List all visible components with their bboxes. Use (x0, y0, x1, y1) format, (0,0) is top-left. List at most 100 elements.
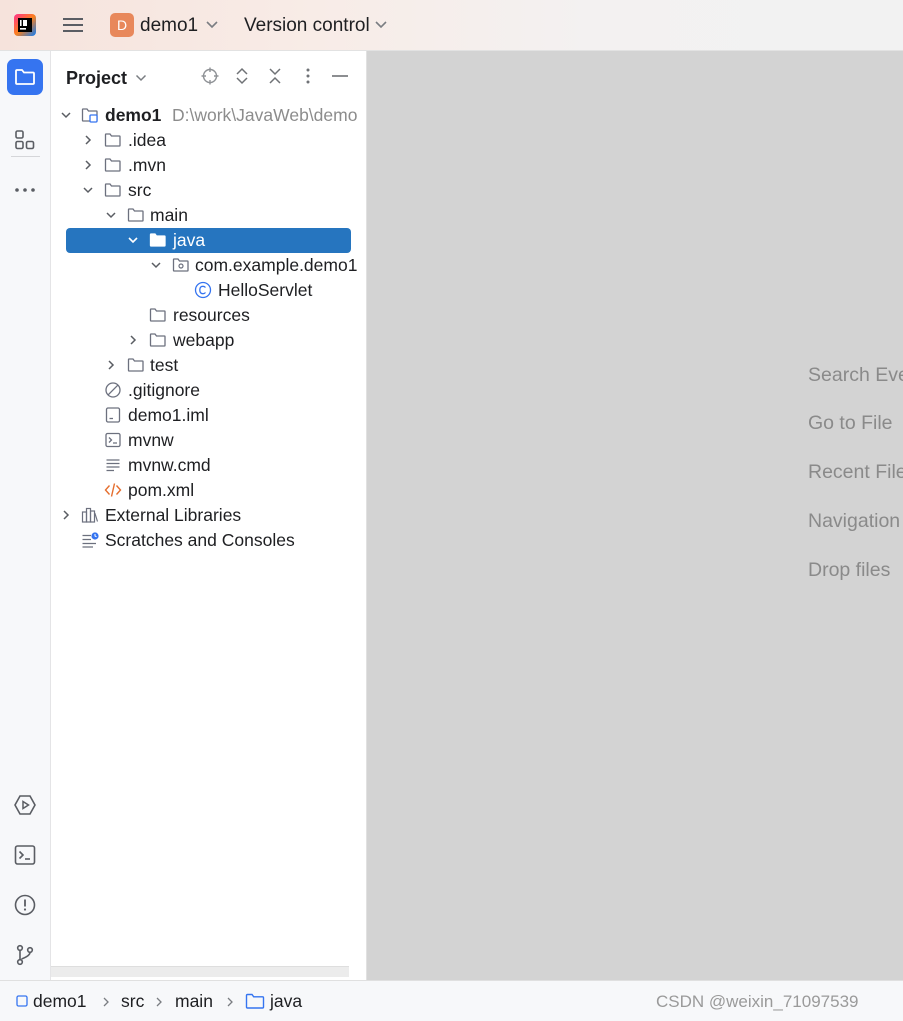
chevron-down-icon[interactable] (205, 19, 219, 31)
tree-row-mvn[interactable]: .mvn (51, 153, 367, 178)
chevron-down-icon[interactable] (105, 209, 117, 221)
tree-row-pom[interactable]: pom.xml (51, 478, 367, 503)
chevron-right-icon[interactable] (82, 159, 94, 171)
tree-row-iml[interactable]: demo1.iml (51, 403, 367, 428)
source-folder-icon (149, 233, 166, 247)
breadcrumb-java[interactable]: java (270, 991, 302, 1012)
tree-label: webapp (173, 330, 235, 350)
tree-label: .idea (128, 130, 166, 150)
tree-label: main (150, 205, 188, 225)
folder-icon (104, 183, 121, 197)
chevron-right-icon (227, 997, 233, 1007)
folder-icon (127, 208, 144, 222)
tree-row-package[interactable]: com.example.demo1 (51, 253, 367, 278)
tree-row-scratches[interactable]: Scratches and Consoles (51, 528, 367, 553)
selection-highlight (66, 228, 351, 253)
shell-script-icon (105, 432, 121, 448)
run-tool-button[interactable] (7, 787, 43, 823)
git-branch-icon (16, 944, 34, 966)
breadcrumb-src[interactable]: src (121, 991, 144, 1012)
more-tools-button[interactable] (7, 172, 43, 208)
tree-label: pom.xml (128, 480, 195, 500)
project-tool-button[interactable] (7, 59, 43, 95)
problems-tool-button[interactable] (7, 887, 43, 923)
chevron-right-icon[interactable] (60, 509, 72, 521)
intellij-logo-icon[interactable] (14, 14, 36, 36)
git-tool-button[interactable] (7, 937, 43, 973)
project-selector[interactable]: demo1 (140, 15, 198, 37)
folder-icon (104, 133, 121, 147)
folder-icon (245, 993, 265, 1009)
collapse-all-icon[interactable] (265, 66, 285, 86)
hint-search-everywhere: Search Eve (808, 364, 903, 386)
tree-row-mvnw[interactable]: mvnw (51, 428, 367, 453)
tree-label: demo1.iml (128, 405, 209, 425)
panel-title[interactable]: Project (66, 68, 127, 89)
tree-row-main[interactable]: main (51, 203, 367, 228)
tree-row-idea[interactable]: .idea (51, 128, 367, 153)
locate-icon[interactable] (200, 66, 220, 86)
folder-icon (127, 358, 144, 372)
resources-folder-icon (149, 308, 166, 322)
structure-tool-button[interactable] (7, 122, 43, 158)
tree-row-helloservlet[interactable]: HelloServlet (51, 278, 367, 303)
tree-row-gitignore[interactable]: .gitignore (51, 378, 367, 403)
tree-label: mvnw (128, 430, 174, 450)
hamburger-icon[interactable] (62, 14, 84, 36)
terminal-icon (14, 845, 36, 865)
folder-icon (15, 69, 35, 85)
chevron-right-icon (103, 997, 109, 1007)
chevron-down-icon[interactable] (127, 234, 139, 246)
tree-row-mvnw-cmd[interactable]: mvnw.cmd (51, 453, 367, 478)
tree-row-java[interactable]: java (51, 228, 367, 253)
chevron-down-icon[interactable] (374, 19, 388, 31)
folder-icon (149, 333, 166, 347)
hint-go-to-file: Go to File (808, 412, 893, 434)
expand-all-icon[interactable] (232, 66, 252, 86)
chevron-right-icon[interactable] (82, 134, 94, 146)
chevron-down-icon[interactable] (82, 184, 94, 196)
hint-recent-files: Recent File (808, 461, 903, 483)
chevron-down-icon[interactable] (135, 73, 147, 83)
text-file-icon (106, 459, 120, 472)
tree-row-test[interactable]: test (51, 353, 367, 378)
library-icon (81, 507, 99, 523)
package-icon (172, 258, 189, 272)
tree-label: External Libraries (105, 505, 242, 525)
tree-label: mvnw.cmd (128, 455, 211, 475)
xml-file-icon (104, 483, 122, 497)
tree-path: D:\work\JavaWeb\demo (172, 105, 358, 125)
chevron-right-icon[interactable] (105, 359, 117, 371)
project-panel: Project demo1 D:\work\JavaWeb\demo .idea… (51, 51, 367, 980)
folder-icon (104, 158, 121, 172)
hide-panel-icon[interactable] (330, 66, 350, 86)
version-control-menu[interactable]: Version control (244, 15, 370, 37)
options-icon[interactable] (298, 66, 318, 86)
horizontal-scrollbar[interactable] (51, 966, 349, 977)
tree-row-webapp[interactable]: webapp (51, 328, 367, 353)
chevron-right-icon[interactable] (127, 334, 139, 346)
tree-row-external-libraries[interactable]: External Libraries (51, 503, 367, 528)
breadcrumb-main[interactable]: main (175, 991, 213, 1012)
terminal-tool-button[interactable] (7, 837, 43, 873)
project-badge[interactable]: D (110, 13, 134, 37)
tree-label: resources (173, 305, 250, 325)
chevron-down-icon[interactable] (60, 109, 72, 121)
module-icon (16, 995, 28, 1007)
chevron-right-icon (156, 997, 162, 1007)
tree-label: demo1 (105, 105, 162, 125)
problems-icon (14, 894, 36, 916)
editor-empty-area: Search Eve Go to File Recent File Naviga… (367, 51, 903, 980)
class-icon (194, 281, 212, 299)
tree-row-src[interactable]: src (51, 178, 367, 203)
tool-window-strip (0, 51, 51, 980)
scratches-icon (82, 532, 99, 548)
structure-icon (15, 130, 35, 150)
tree-label: java (173, 230, 206, 250)
chevron-down-icon[interactable] (150, 259, 162, 271)
tree-row-demo1[interactable]: demo1 D:\work\JavaWeb\demo (51, 103, 367, 128)
breadcrumb-demo1[interactable]: demo1 (33, 991, 87, 1012)
tree-label: HelloServlet (218, 280, 313, 300)
hint-drop-files: Drop files (808, 559, 891, 581)
tree-row-resources[interactable]: resources (51, 303, 367, 328)
